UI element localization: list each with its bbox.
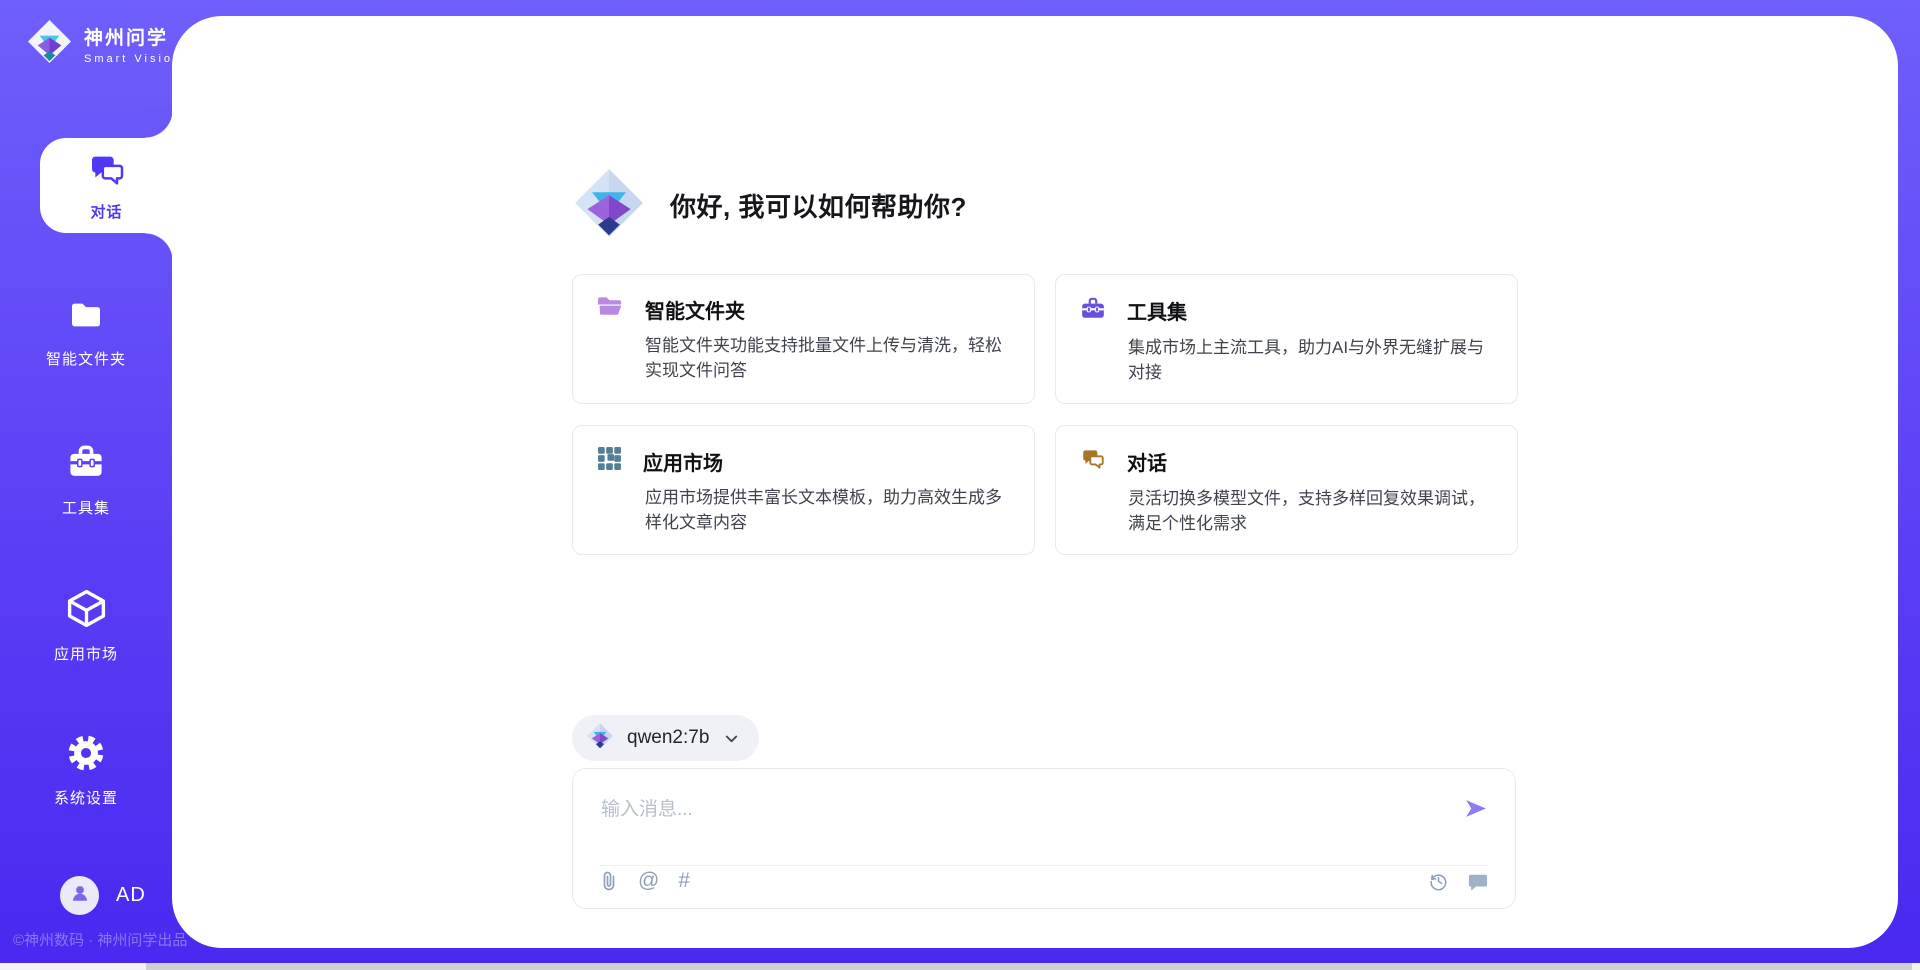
diamond-logo-icon [586, 722, 614, 755]
scrollbar-thumb[interactable] [146, 963, 1912, 970]
card-chat[interactable]: 对话 灵活切换多模型文件，支持多样回复效果调试，满足个性化需求 [1055, 425, 1518, 555]
sidebar-item-label: 系统设置 [54, 787, 118, 808]
send-icon[interactable] [1462, 796, 1489, 821]
feature-cards: 智能文件夹 智能文件夹功能支持批量文件上传与清洗，轻松实现文件问答 [572, 274, 1518, 555]
user-avatar-icon [68, 881, 92, 910]
message-input[interactable]: 输入消息... [601, 794, 693, 821]
folder-open-icon [597, 295, 624, 324]
composer-divider [599, 865, 1489, 866]
quick-phrase-icon[interactable] [1467, 872, 1489, 892]
horizontal-scrollbar[interactable] [0, 963, 1920, 970]
folder-icon [65, 294, 107, 341]
attachment-icon[interactable] [599, 870, 619, 892]
brand: 神州问学 Smart Vision [26, 18, 182, 70]
sidebar-item-market[interactable]: 应用市场 [0, 586, 172, 664]
card-title: 工具集 [1127, 296, 1187, 325]
card-description: 灵活切换多模型文件，支持多样回复效果调试，满足个性化需求 [1128, 486, 1493, 536]
model-name: qwen2:7b [627, 727, 709, 749]
toolbox-icon [1080, 295, 1106, 326]
copyright: ©神州数码 · 神州问学出品 [13, 929, 187, 950]
cube-icon [64, 586, 109, 636]
message-composer: 输入消息... @ # [572, 768, 1516, 909]
card-app-market[interactable]: 应用市场 应用市场提供丰富长文本模板，助力高效生成多样化文章内容 [572, 425, 1035, 555]
toolbox-icon [64, 441, 108, 490]
history-icon[interactable] [1428, 871, 1449, 892]
sidebar-item-label: 对话 [90, 201, 122, 222]
sidebar-item-label: 应用市场 [54, 643, 118, 664]
chat-bubbles-icon [87, 150, 127, 195]
avatar [60, 876, 99, 915]
sidebar-item-settings[interactable]: 系统设置 [0, 731, 172, 808]
chat-bubbles-icon [1080, 446, 1106, 477]
card-title: 对话 [1127, 447, 1167, 476]
sidebar-item-label: 智能文件夹 [46, 348, 126, 369]
main-content: 你好, 我可以如何帮助你? 智能文件夹 智能文件夹功能支持批量文件上传与清洗，轻… [172, 16, 1898, 948]
user-initials: AD [116, 884, 146, 907]
hash-icon[interactable]: # [678, 871, 690, 891]
diamond-logo-icon [572, 166, 646, 245]
card-toolset[interactable]: 工具集 集成市场上主流工具，助力AI与外界无缝扩展与对接 [1055, 274, 1518, 404]
sidebar-item-chat[interactable]: 对话 [40, 138, 173, 233]
greeting-title: 你好, 我可以如何帮助你? [670, 187, 967, 224]
sidebar-item-tools[interactable]: 工具集 [0, 441, 172, 518]
model-selector[interactable]: qwen2:7b [572, 715, 759, 761]
greeting-block: 你好, 我可以如何帮助你? [572, 166, 967, 245]
brand-name: 神州问学 [84, 23, 182, 50]
sidebar-item-folders[interactable]: 智能文件夹 [0, 294, 172, 369]
card-description: 应用市场提供丰富长文本模板，助力高效生成多样化文章内容 [645, 485, 1010, 535]
diamond-logo-icon [26, 18, 73, 70]
gear-icon [64, 731, 108, 780]
card-title: 应用市场 [643, 447, 723, 476]
card-description: 智能文件夹功能支持批量文件上传与清洗，轻松实现文件问答 [645, 333, 1010, 383]
user-profile[interactable]: AD [60, 876, 146, 915]
card-title: 智能文件夹 [645, 295, 745, 324]
sidebar-item-label: 工具集 [62, 497, 110, 518]
card-description: 集成市场上主流工具，助力AI与外界无缝扩展与对接 [1128, 335, 1493, 385]
chevron-down-icon [722, 729, 741, 748]
mention-icon[interactable]: @ [638, 871, 659, 891]
brand-subtitle: Smart Vision [84, 53, 182, 65]
card-smart-folder[interactable]: 智能文件夹 智能文件夹功能支持批量文件上传与清洗，轻松实现文件问答 [572, 274, 1035, 404]
grid-icon [597, 446, 622, 476]
